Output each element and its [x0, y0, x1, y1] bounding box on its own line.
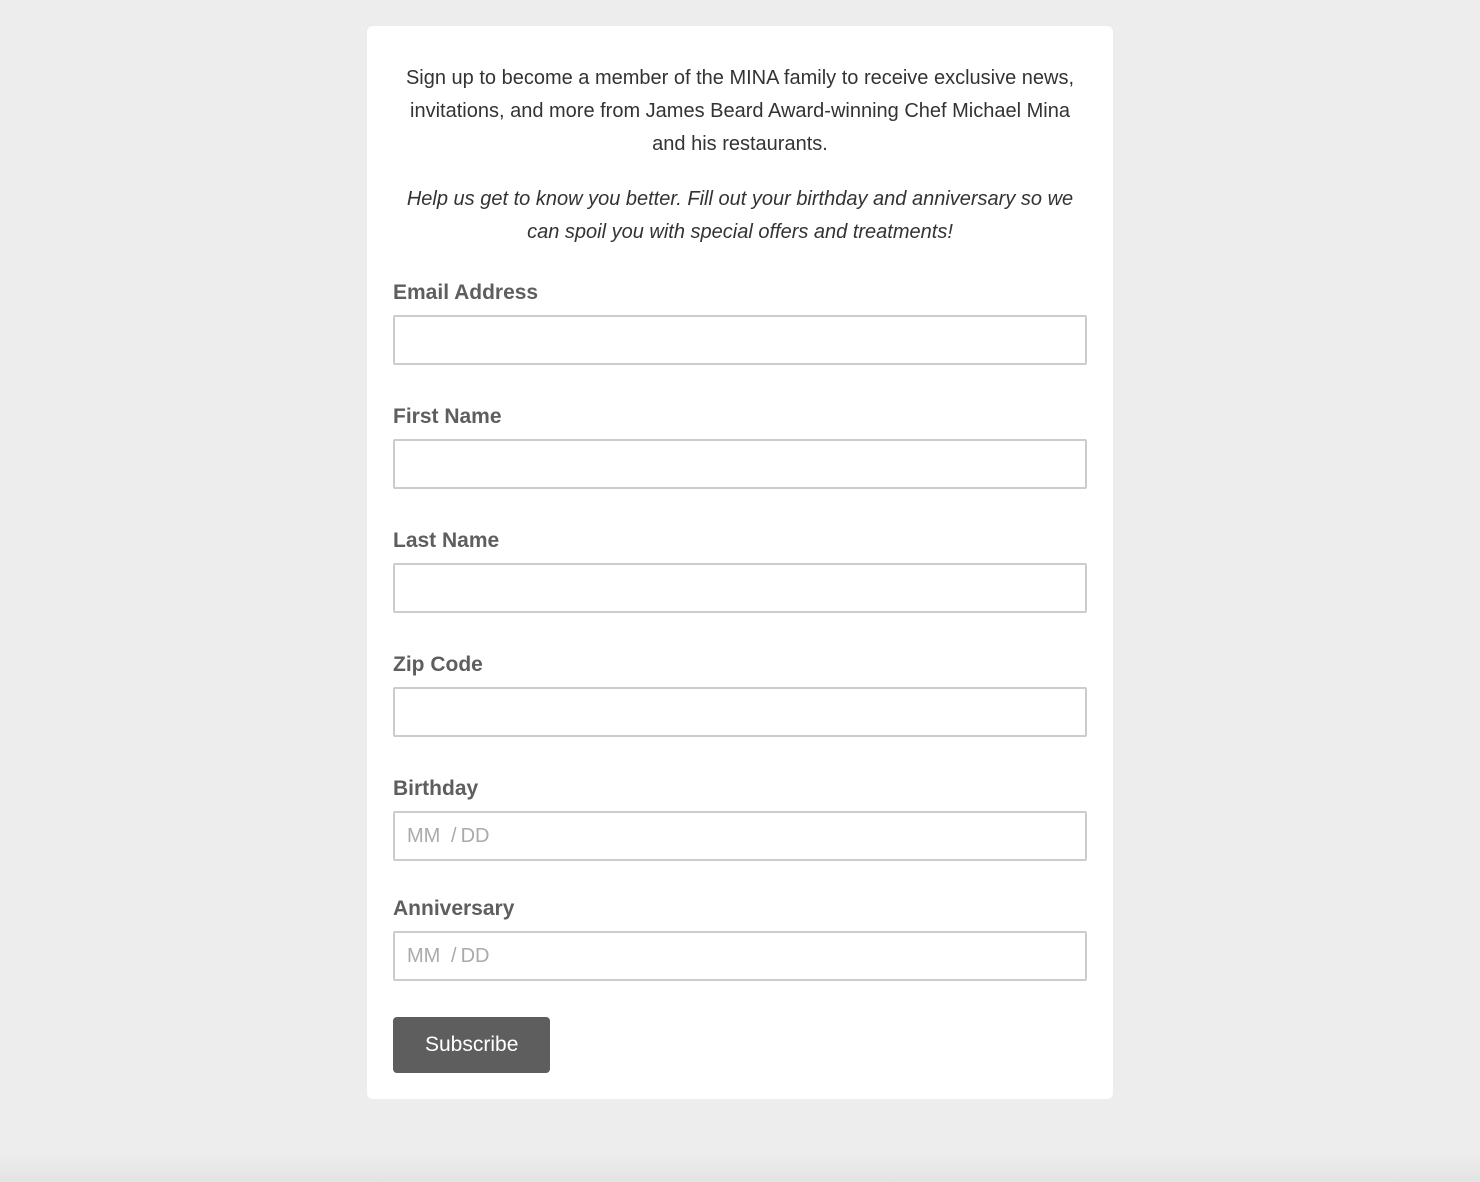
last-name-field[interactable] — [393, 563, 1087, 613]
birthday-day-field[interactable] — [461, 825, 501, 848]
first-name-group: First Name — [393, 405, 1087, 489]
anniversary-separator: / — [451, 945, 457, 968]
birthday-month-field[interactable] — [407, 825, 447, 848]
anniversary-group: Anniversary / — [393, 897, 1087, 981]
zip-code-label: Zip Code — [393, 653, 1087, 677]
first-name-label: First Name — [393, 405, 1087, 429]
birthday-group: Birthday / — [393, 777, 1087, 861]
birthday-label: Birthday — [393, 777, 1087, 801]
birthday-separator: / — [451, 825, 457, 848]
anniversary-input-wrapper[interactable]: / — [393, 931, 1087, 981]
email-group: Email Address — [393, 281, 1087, 365]
subscribe-button[interactable]: Subscribe — [393, 1017, 550, 1073]
email-field[interactable] — [393, 315, 1087, 365]
birthday-input-wrapper[interactable]: / — [393, 811, 1087, 861]
signup-form-card: Sign up to become a member of the MINA f… — [367, 26, 1113, 1099]
intro-text: Sign up to become a member of the MINA f… — [393, 62, 1087, 161]
anniversary-month-field[interactable] — [407, 945, 447, 968]
anniversary-day-field[interactable] — [461, 945, 501, 968]
anniversary-label: Anniversary — [393, 897, 1087, 921]
email-label: Email Address — [393, 281, 1087, 305]
zip-code-field[interactable] — [393, 687, 1087, 737]
first-name-field[interactable] — [393, 439, 1087, 489]
last-name-group: Last Name — [393, 529, 1087, 613]
help-text: Help us get to know you better. Fill out… — [393, 183, 1087, 249]
last-name-label: Last Name — [393, 529, 1087, 553]
button-row: Subscribe — [393, 1017, 1087, 1073]
zip-code-group: Zip Code — [393, 653, 1087, 737]
